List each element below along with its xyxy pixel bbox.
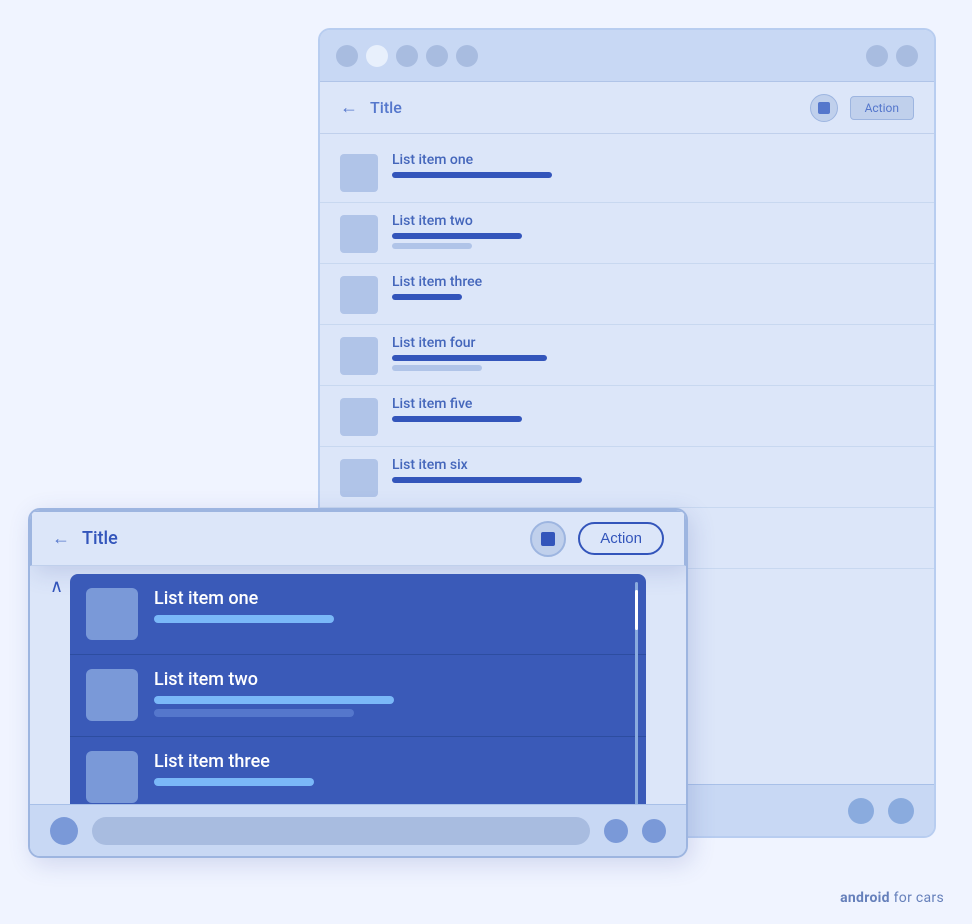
back-list-title-4: List item four [392,335,914,351]
back-bar-6-1 [392,477,582,483]
back-list-thumb-1 [340,154,378,192]
back-list-content-3: List item three [392,274,914,304]
front-back-button[interactable]: ← [52,530,70,548]
front-icon-button[interactable] [530,521,566,557]
front-bar-1-1 [154,615,334,623]
back-list-item-6[interactable]: List item six [320,447,934,508]
chrome-dot-2 [366,45,388,67]
back-list-item-5[interactable]: List item five [320,386,934,447]
front-list-title-1: List item one [154,588,630,609]
back-title: Title [370,98,798,117]
front-bar-2-1 [154,696,394,704]
back-icon-button[interactable] [810,94,838,122]
stop-icon [818,102,830,114]
back-list-thumb-4 [340,337,378,375]
chrome-dots-right [866,45,918,67]
front-list-thumb-2 [86,669,138,721]
back-list-thumb-5 [340,398,378,436]
front-bottom-dot [50,817,78,845]
back-list-title-2: List item two [392,213,914,229]
front-bar-2-2 [154,709,354,717]
front-bottom-bar-fill [92,817,590,845]
front-list-content-2: List item two [154,669,630,722]
chrome-dot-4 [426,45,448,67]
front-list-container: List item one List item two List item th… [70,574,646,818]
back-bar-2-1 [392,233,522,239]
back-list-title-5: List item five [392,396,914,412]
back-list-thumb-6 [340,459,378,497]
front-action-button[interactable]: Action [578,522,664,555]
back-list-item-4[interactable]: List item four [320,325,934,386]
back-bar-4-2 [392,365,482,371]
back-toolbar: ← Title Action [320,82,934,134]
chrome-dot-5 [456,45,478,67]
back-bottom-dot-2 [888,798,914,824]
back-bar-5-1 [392,416,522,422]
chrome-dot-r2 [896,45,918,67]
watermark-suffix: for cars [890,890,944,906]
back-bar-1-1 [392,172,552,178]
scroll-thumb [635,590,638,630]
front-list-item-1[interactable]: List item one [70,574,646,655]
front-list-content-3: List item three [154,751,630,791]
back-list-content-5: List item five [392,396,914,426]
scroll-indicator[interactable] [634,574,638,818]
front-title: Title [82,528,518,549]
front-bottom-small-dot-1 [604,819,628,843]
back-bar-4-1 [392,355,547,361]
watermark: android for cars [840,890,944,906]
front-toolbar: ← Title Action [30,510,686,566]
chrome-dots [336,45,478,67]
front-list-thumb-1 [86,588,138,640]
back-list-thumb-3 [340,276,378,314]
front-list-title-2: List item two [154,669,630,690]
back-list-thumb-2 [340,215,378,253]
back-list-item-3[interactable]: List item three [320,264,934,325]
front-list-item-2[interactable]: List item two [70,655,646,737]
chevron-up-icon[interactable]: ∧ [50,576,63,597]
chrome-dot-3 [396,45,418,67]
back-bottom-dot-1 [848,798,874,824]
back-list-item-2[interactable]: List item two [320,203,934,264]
back-list-content-1: List item one [392,152,914,182]
front-list-content-1: List item one [154,588,630,628]
back-list-content-2: List item two [392,213,914,253]
chrome-dot-r1 [866,45,888,67]
back-list-title-1: List item one [392,152,914,168]
back-button[interactable]: ← [340,99,358,117]
scroll-track [635,582,638,810]
back-action-button[interactable]: Action [850,96,914,120]
front-bar-3-1 [154,778,314,786]
back-chrome-titlebar [320,30,934,82]
front-list-title-3: List item three [154,751,630,772]
front-window: ← Title Action ∧ List item one List item… [28,508,688,858]
back-list-title-6: List item six [392,457,914,473]
front-stop-icon [541,532,555,546]
front-list-thumb-3 [86,751,138,803]
back-list-title-3: List item three [392,274,914,290]
back-list-content-4: List item four [392,335,914,375]
chrome-dot-1 [336,45,358,67]
front-bottom-small-dot-2 [642,819,666,843]
back-list-item-1[interactable]: List item one [320,142,934,203]
back-bar-3-1 [392,294,462,300]
back-bar-2-2 [392,243,472,249]
back-list-content-6: List item six [392,457,914,487]
front-bottom-bar [30,804,686,856]
watermark-prefix: android [840,890,890,906]
